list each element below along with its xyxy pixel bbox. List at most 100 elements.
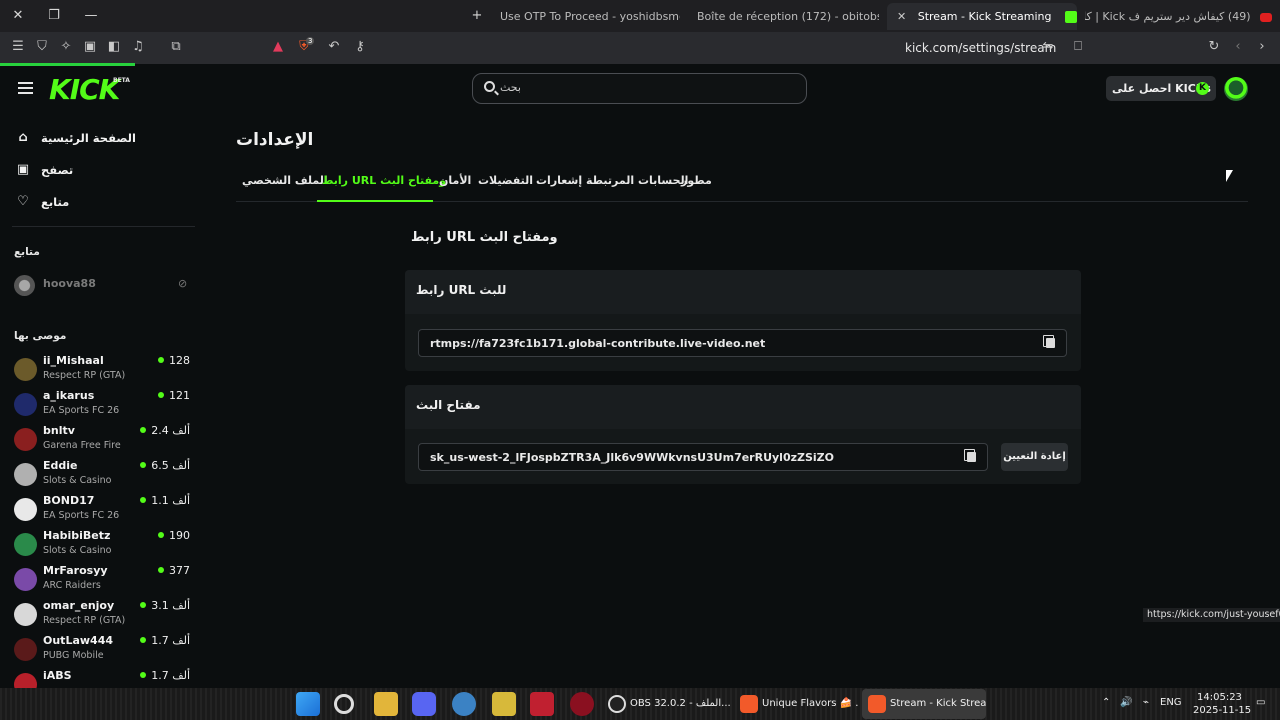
tab-linked-accounts[interactable]: الحسابات المرتبطة bbox=[586, 174, 688, 187]
site-settings-icon[interactable]: ⇋ bbox=[1040, 39, 1056, 55]
shield-icon[interactable]: ⛉ bbox=[34, 39, 50, 55]
live-dot-icon bbox=[140, 672, 147, 678]
recommended-channel[interactable]: iABS 1.7 ألف bbox=[14, 669, 194, 688]
minimize-window-icon[interactable]: — bbox=[82, 7, 100, 25]
tab-preferences[interactable]: التفضيلات bbox=[478, 174, 533, 187]
notifications-icon[interactable]: ▭ bbox=[1256, 697, 1265, 708]
search-icon[interactable] bbox=[334, 694, 354, 714]
brave-icon bbox=[740, 695, 758, 713]
tab-stream-key[interactable]: رابط URL ومفتاح البث bbox=[322, 174, 446, 187]
network-icon[interactable]: ⌁ bbox=[1143, 697, 1149, 708]
browser-tab-bar: ✕ ❐ — + Use OTP To Proceed - yoshidbsm@g… bbox=[0, 0, 1280, 32]
forward-icon[interactable]: › bbox=[1254, 39, 1270, 55]
recommended-channel[interactable]: a_ikarus EA Sports FC 26 121 bbox=[14, 389, 194, 421]
user-avatar[interactable] bbox=[1224, 77, 1248, 101]
discord-icon[interactable] bbox=[412, 692, 436, 716]
viewer-count: 1.7 ألف bbox=[140, 669, 190, 682]
copy-icon[interactable] bbox=[1043, 335, 1055, 348]
viewer-count: 190 bbox=[158, 529, 190, 542]
recommended-channel[interactable]: MrFarosyy ARC Raiders 377 bbox=[14, 564, 194, 596]
browser-tab-active[interactable]: ✕ Stream - Kick Streaming bbox=[887, 3, 1077, 30]
live-dot-icon bbox=[140, 427, 147, 433]
restore-window-icon[interactable]: ❐ bbox=[45, 7, 63, 25]
game-app-icon[interactable] bbox=[492, 692, 516, 716]
taskbar-app-brave[interactable]: Unique Flavors 🍰 ... bbox=[734, 689, 858, 719]
menu-icon[interactable]: ☰ bbox=[10, 39, 26, 55]
recommended-channel[interactable]: HabibiBetz Slots & Casino 190 bbox=[14, 529, 194, 561]
windows-start-icon[interactable] bbox=[296, 692, 320, 716]
avatar bbox=[14, 275, 35, 296]
extensions-icon[interactable]: ✧ bbox=[58, 39, 74, 55]
viewer-count-text: 377 bbox=[169, 564, 190, 577]
following-channel[interactable]: hoova88 ⊘ bbox=[14, 274, 194, 296]
clock-date[interactable]: 2025-11-15 bbox=[1193, 705, 1251, 716]
red-app-icon[interactable] bbox=[570, 692, 594, 716]
copy-icon[interactable] bbox=[964, 449, 976, 462]
close-tab-icon[interactable]: ✕ bbox=[897, 10, 906, 23]
settings-gear-icon[interactable] bbox=[452, 692, 476, 716]
status-bar-url: https://kick.com/just-yousef07 bbox=[1143, 608, 1280, 622]
viewer-count-text: 1.7 ألف bbox=[151, 669, 190, 682]
kick-logo[interactable]: KICK bbox=[49, 76, 120, 104]
get-kicks-button[interactable]: احصل على KICKs K bbox=[1106, 76, 1216, 101]
live-dot-icon bbox=[158, 532, 164, 538]
taskbar-app-obs[interactable]: OBS 32.0.2 - الملف... bbox=[602, 689, 730, 719]
live-dot-icon bbox=[158, 392, 164, 398]
tab-developer[interactable]: مطور bbox=[681, 174, 712, 187]
bookmark-icon[interactable]: ⎕ bbox=[1070, 39, 1086, 55]
tab-profile[interactable]: الملف الشخصي bbox=[242, 174, 328, 187]
channel-name: BOND17 bbox=[43, 494, 95, 507]
volume-icon[interactable]: 🔊 bbox=[1120, 697, 1132, 708]
channel-name: Eddie bbox=[43, 459, 78, 472]
viewer-count-text: 128 bbox=[169, 354, 190, 367]
mouse-cursor-icon bbox=[1226, 170, 1233, 182]
browser-tab[interactable]: Boîte de réception (172) - obitobsm M bbox=[687, 3, 879, 30]
address-bar-url[interactable]: kick.com/settings/stream bbox=[905, 41, 1056, 55]
reload-icon[interactable]: ↻ bbox=[1206, 39, 1222, 55]
key-icon[interactable]: ⚷ bbox=[352, 39, 368, 55]
tab-security[interactable]: الأمان bbox=[439, 174, 471, 187]
kick-favicon-icon bbox=[1065, 11, 1077, 23]
back-icon[interactable]: ‹ bbox=[1230, 39, 1246, 55]
channel-category: Respect RP (GTA) bbox=[43, 615, 126, 626]
recommended-channel[interactable]: OutLaw444 PUBG Mobile 1.7 ألف bbox=[14, 634, 194, 666]
file-explorer-icon[interactable] bbox=[374, 692, 398, 716]
recommended-channel[interactable]: bnltv Garena Free Fire 2.4 ألف bbox=[14, 424, 194, 456]
hamburger-menu-icon[interactable] bbox=[18, 82, 33, 94]
recommended-channel[interactable]: omar_enjoy Respect RP (GTA) 3.1 ألف bbox=[14, 599, 194, 631]
channel-category: Slots & Casino bbox=[43, 545, 112, 556]
channel-category: ARC Raiders bbox=[43, 580, 101, 591]
youtube-icon bbox=[1260, 12, 1272, 22]
reset-stream-key-button[interactable]: إعادة التعيين bbox=[1001, 443, 1068, 471]
viewer-count-text: 190 bbox=[169, 529, 190, 542]
tab-notifications[interactable]: إشعارات bbox=[536, 174, 582, 187]
browser-tab[interactable]: (49) كيفاش دير ستريم ف Kick | كل ما تـ bbox=[1085, 3, 1280, 30]
music-icon[interactable]: ♫ bbox=[130, 39, 146, 55]
video-recorder-icon[interactable] bbox=[530, 692, 554, 716]
offline-icon: ⊘ bbox=[178, 277, 188, 290]
new-tab-icon[interactable]: + bbox=[468, 7, 486, 25]
browser-tab[interactable]: Use OTP To Proceed - yoshidbsm@g M bbox=[490, 3, 680, 30]
screenshot-icon[interactable]: ⧉ bbox=[168, 39, 184, 55]
tray-overflow-icon[interactable]: ⌃ bbox=[1102, 697, 1110, 708]
taskbar-app-brave-active[interactable]: Stream - Kick Strea... bbox=[862, 689, 986, 719]
close-window-icon[interactable]: ✕ bbox=[9, 7, 27, 25]
recommended-channel[interactable]: ii_Mishaal Respect RP (GTA) 128 bbox=[14, 354, 194, 386]
language-indicator[interactable]: ENG bbox=[1160, 697, 1182, 708]
wallet-icon[interactable]: ▣ bbox=[82, 39, 98, 55]
clock-time[interactable]: 14:05:23 bbox=[1197, 692, 1242, 703]
channel-category: EA Sports FC 26 bbox=[43, 405, 120, 416]
share-icon[interactable]: ↶ bbox=[326, 39, 342, 55]
recommended-channel[interactable]: BOND17 EA Sports FC 26 1.1 ألف bbox=[14, 494, 194, 526]
top-navbar: KICK BETA بحث احصل على KICKs K bbox=[0, 66, 1280, 112]
avatar bbox=[14, 393, 37, 416]
recommended-channel[interactable]: Eddie Slots & Casino 6.5 ألف bbox=[14, 459, 194, 491]
avatar bbox=[14, 638, 37, 661]
stream-url-field[interactable]: rtmps://fa723fc1b171.global-contribute.l… bbox=[418, 329, 1067, 357]
sidebar-divider bbox=[12, 226, 195, 227]
brave-rewards-icon[interactable]: ▲ bbox=[270, 39, 286, 55]
sidebar-icon[interactable]: ◧ bbox=[106, 39, 122, 55]
stream-key-field[interactable]: sk_us-west-2_lFJospbZTR3A_Jlk6v9WWkvnsU3… bbox=[418, 443, 988, 471]
viewer-count: 121 bbox=[158, 389, 190, 402]
search-input[interactable]: بحث bbox=[472, 73, 807, 104]
